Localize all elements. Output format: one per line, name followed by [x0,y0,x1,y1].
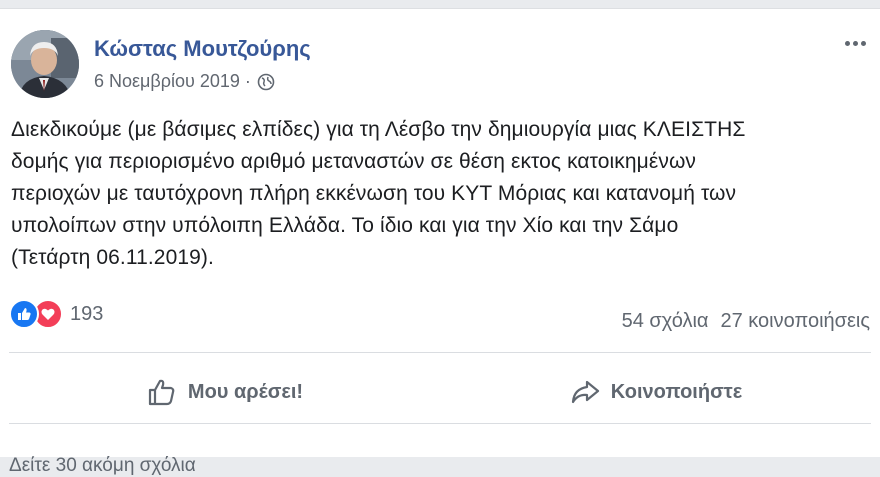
thumbs-up-icon [18,308,31,320]
post-meta: 6 Νοεμβρίου 2019 · [94,71,275,92]
like-button-label: Μου αρέσει! [187,380,304,403]
post-body-line: υπολοίπων στην υπόλοιπη Ελλάδα. Το ίδιο … [11,214,679,237]
author-avatar[interactable] [11,30,79,98]
like-button[interactable]: Μου αρέσει! [9,361,440,423]
view-more-comments-link[interactable]: Δείτε 30 ακόμη σχόλια [9,455,196,477]
thumbs-up-outline-icon [148,379,175,406]
dot [852,40,858,46]
share-button[interactable]: Κοινοποιήστε [440,361,871,423]
comments-count-link[interactable]: 54 σχόλια [622,310,709,333]
dot [844,40,850,46]
reactions-summary[interactable]: 193 [9,299,103,329]
divider [9,423,871,424]
post-card: Κώστας Μουτζούρης 6 Νοεμβρίου 2019 · Διε… [0,8,880,476]
author-name[interactable]: Κώστας Μουτζούρης [94,36,311,62]
post-body-line: περιοχών με ταυτόχρονη πλήρη εκκένωση το… [11,182,737,205]
post-body-line: Διεκδικούμε (με βάσιμες ελπίδες) για τη … [11,118,746,141]
more-options-button[interactable] [840,31,870,55]
heart-icon [41,308,55,320]
meta-separator: · [244,71,251,91]
dot [860,40,866,46]
divider [9,352,871,353]
post-actions: Μου αρέσει! Κοινοποιήστε [9,361,871,423]
share-button-label: Κοινοποιήστε [610,380,743,403]
globe-icon[interactable] [257,73,275,91]
like-reaction-icon [9,299,39,329]
post-body: Διεκδικούμε (με βάσιμες ελπίδες) για τη … [11,114,871,274]
shares-count-link[interactable]: 27 κοινοποιήσεις [720,310,870,333]
post-date[interactable]: 6 Νοεμβρίου 2019 [94,71,240,92]
post-body-line: (Τετάρτη 06.11.2019). [11,246,214,269]
post-body-line: δομής για περιορισμένο αριθμό μεταναστών… [11,150,697,173]
post-stats: 54 σχόλια 27 κοινοποιήσεις [622,310,870,333]
share-arrow-icon [571,380,599,404]
avatar-photo [11,30,79,98]
reaction-count: 193 [70,302,104,325]
